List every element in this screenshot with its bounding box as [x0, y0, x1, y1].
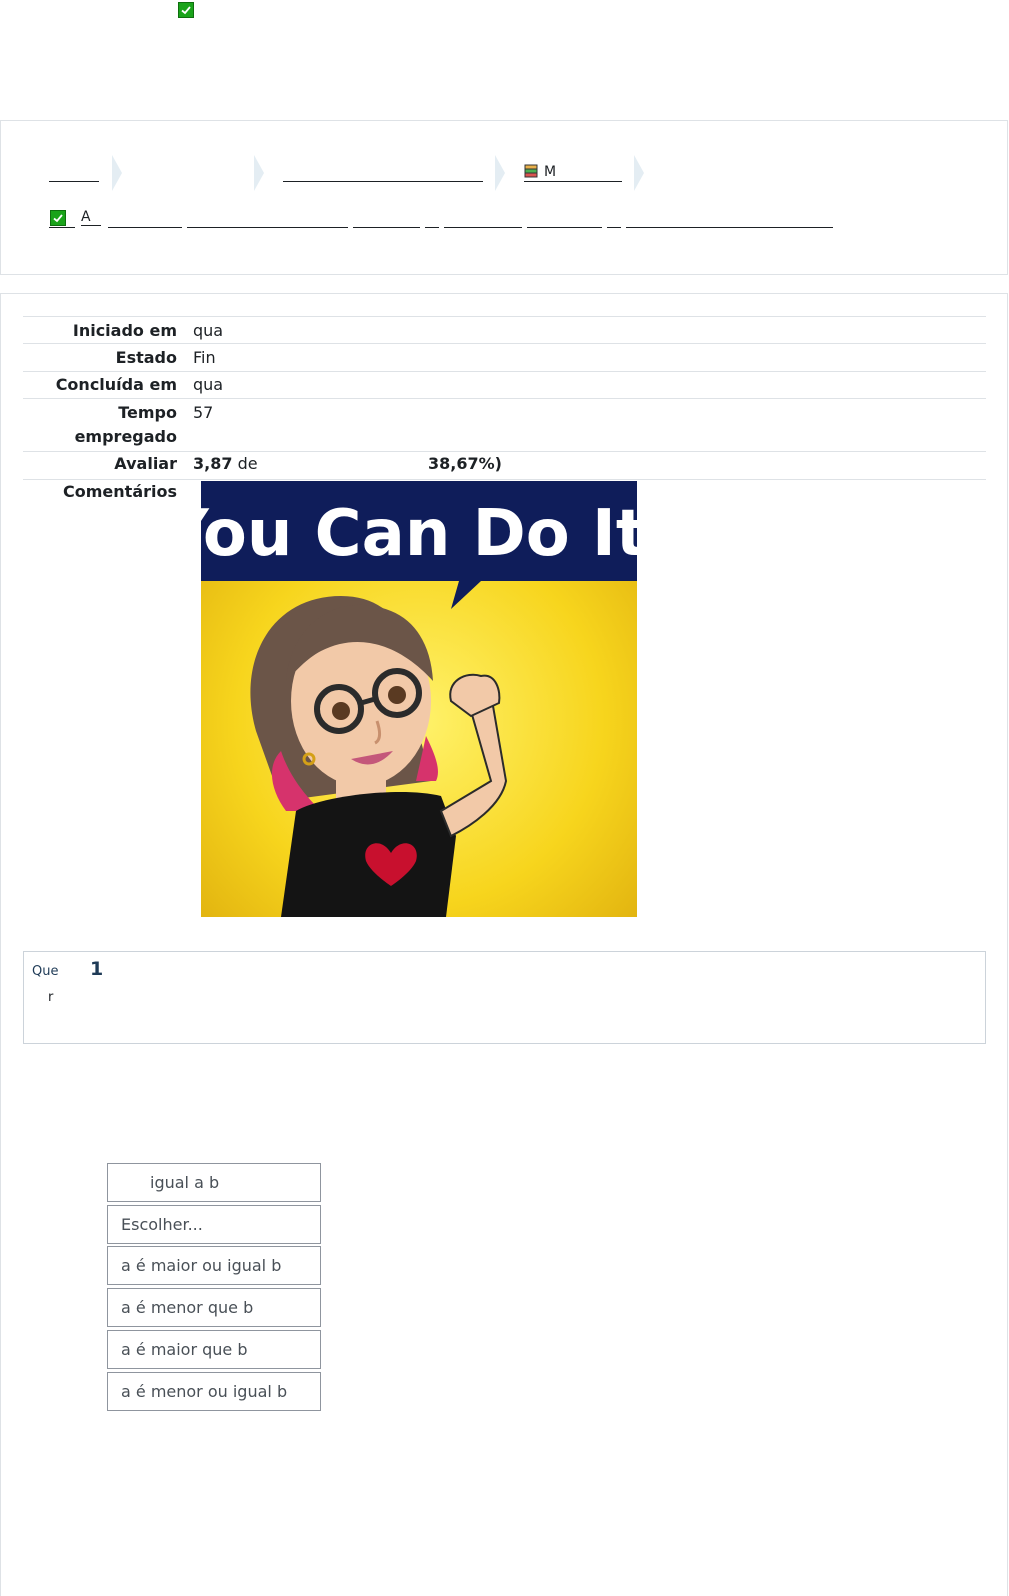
breadcrumb-separator-icon	[112, 155, 122, 191]
question-info-box: Que 1 r	[23, 951, 986, 1044]
grade-percent: 38,67%)	[428, 454, 502, 473]
breadcrumb-link-home[interactable]	[49, 163, 99, 182]
grade-connector: de	[237, 454, 258, 473]
activity-link-word[interactable]	[444, 211, 522, 228]
row-label-comments: Comentários	[63, 482, 177, 501]
feedback-image-caption: You Can Do It!	[201, 497, 637, 571]
row-label-time-taken-line2: empregado	[74, 427, 177, 446]
grade-score: 3,87	[193, 454, 233, 473]
question-label: Que	[32, 964, 59, 979]
row-label-status: Estado	[115, 348, 177, 367]
row-label-started: Iniciado em	[72, 321, 177, 340]
question-status: r	[48, 990, 54, 1005]
books-icon	[524, 164, 538, 178]
checkbox-check-icon	[178, 2, 194, 18]
table-divider	[23, 371, 986, 372]
activity-link-word[interactable]	[607, 211, 621, 228]
row-label-time-taken-line1: Tempo	[118, 403, 177, 422]
breadcrumb-link-course[interactable]	[283, 163, 483, 182]
breadcrumb-separator-icon	[495, 155, 505, 191]
row-value-time-taken: 57	[193, 403, 214, 422]
activity-link-label[interactable]: A	[81, 209, 101, 226]
option-item[interactable]: igual a b	[107, 1163, 321, 1202]
row-value-grade: 3,87 de	[193, 452, 258, 476]
activity-link-word[interactable]	[108, 211, 182, 228]
breadcrumb-separator-icon	[634, 155, 644, 191]
activity-link-word[interactable]	[626, 211, 833, 228]
question-number: 1	[90, 958, 104, 980]
table-divider	[23, 398, 986, 399]
option-item[interactable]: a é maior ou igual b	[107, 1246, 321, 1285]
table-divider	[23, 316, 986, 317]
breadcrumb-section-label: M	[544, 164, 557, 180]
row-value-completed: qua	[193, 375, 224, 394]
option-item[interactable]: a é menor que b	[107, 1288, 321, 1327]
activity-link[interactable]	[49, 211, 75, 228]
activity-link-word[interactable]	[353, 211, 420, 228]
row-value-status: Fin	[193, 348, 216, 367]
breadcrumb-panel: M A	[0, 120, 1008, 275]
row-value-grade-percent: 38,67%)	[428, 452, 502, 476]
row-value-started: qua	[193, 321, 224, 340]
activity-link-word[interactable]	[187, 211, 348, 228]
row-label-grade: Avaliar	[114, 454, 177, 473]
feedback-image: You Can Do It!	[201, 481, 637, 917]
activity-link-word[interactable]	[425, 211, 439, 228]
option-item[interactable]: Escolher...	[107, 1205, 321, 1244]
table-divider	[23, 343, 986, 344]
option-item[interactable]: a é menor ou igual b	[107, 1372, 321, 1411]
option-item[interactable]: a é maior que b	[107, 1330, 321, 1369]
activity-link-word[interactable]	[527, 211, 602, 228]
breadcrumb-link-section[interactable]: M	[524, 163, 622, 182]
breadcrumb-separator-icon	[254, 155, 264, 191]
row-label-completed: Concluída em	[55, 375, 177, 394]
